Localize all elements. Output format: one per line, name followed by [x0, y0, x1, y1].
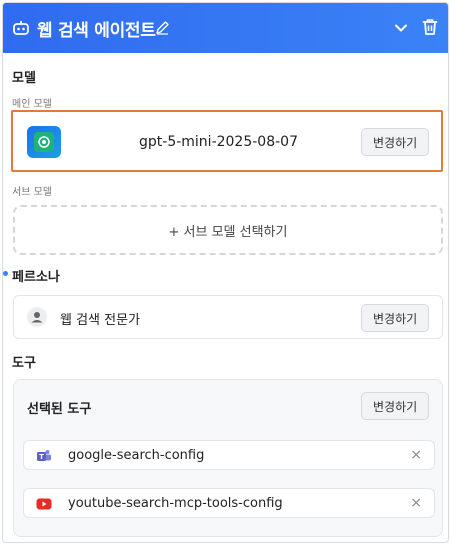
remove-tool-icon[interactable]: × — [410, 495, 422, 511]
edit-icon[interactable] — [155, 20, 170, 35]
openai-icon — [38, 136, 50, 148]
svg-text:T: T — [39, 453, 44, 461]
main-model-card[interactable]: gpt-5-mini-2025-08-07 변경하기 — [11, 110, 443, 172]
tool-name: youtube-search-mcp-tools-config — [68, 496, 283, 511]
chevron-down-icon[interactable] — [394, 21, 408, 35]
tool-item-youtube-search: youtube-search-mcp-tools-config × — [23, 488, 435, 518]
tools-section-title: 도구 — [12, 356, 36, 371]
agent-header: 웹 검색 에이전트 — [3, 3, 448, 53]
persona-section-title: 페르소나 — [12, 270, 60, 285]
selected-tools-title: 선택된 도구 — [27, 402, 92, 417]
change-tools-button[interactable]: 변경하기 — [361, 392, 430, 420]
main-model-label: 메인 모델 — [12, 99, 52, 110]
persona-card[interactable]: 웹 검색 전문가 변경하기 — [13, 295, 443, 339]
agent-panel: 웹 검색 에이전트 모델 메인 모델 gpt-5-mini-2025-08-07… — [2, 2, 449, 543]
tool-name: google-search-config — [68, 448, 205, 463]
persona-name: 웹 검색 전문가 — [60, 313, 141, 328]
youtube-icon — [36, 498, 52, 510]
model-section-title: 모델 — [12, 71, 36, 86]
robot-icon — [13, 21, 29, 35]
main-model-name: gpt-5-mini-2025-08-07 — [139, 134, 298, 150]
remove-tool-icon[interactable]: × — [410, 447, 422, 463]
selected-tools-card: 선택된 도구 변경하기 T google-search-config × you… — [13, 379, 443, 537]
agent-title: 웹 검색 에이전트 — [37, 21, 156, 41]
model-logo-icon — [27, 126, 61, 158]
persona-indicator-dot — [3, 271, 8, 276]
sub-model-label: 서브 모델 — [12, 187, 52, 198]
change-persona-button[interactable]: 변경하기 — [361, 304, 430, 332]
user-avatar-icon — [27, 307, 47, 327]
teams-icon: T — [37, 450, 51, 461]
tool-item-google-search: T google-search-config × — [23, 440, 435, 470]
select-sub-model-button[interactable]: + 서브 모델 선택하기 — [13, 205, 443, 255]
change-main-model-button[interactable]: 변경하기 — [361, 128, 430, 156]
trash-icon[interactable] — [422, 18, 438, 36]
